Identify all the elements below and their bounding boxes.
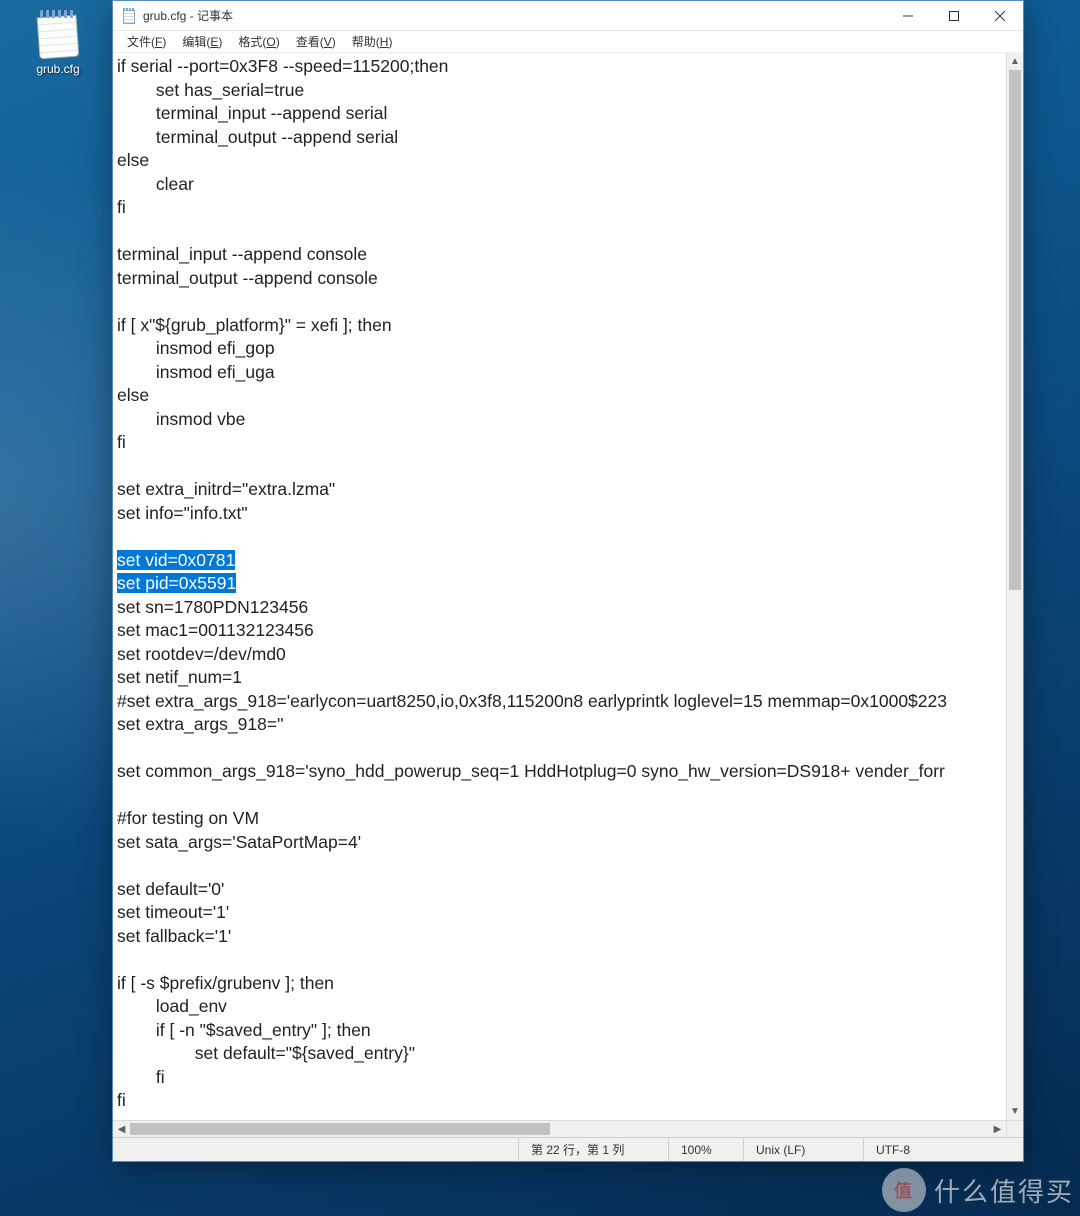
vertical-scroll-thumb[interactable] (1009, 70, 1021, 590)
minimize-button[interactable] (885, 1, 931, 30)
desktop: grub.cfg grub.cfg - 记事本 文件(F) (0, 0, 1080, 1216)
menu-edit[interactable]: 编辑(E) (174, 31, 230, 52)
maximize-button[interactable] (931, 1, 977, 30)
horizontal-scrollbar[interactable]: ◀ ▶ (113, 1120, 1006, 1137)
menu-view[interactable]: 查看(V) (288, 31, 344, 52)
status-encoding: UTF-8 (863, 1138, 1023, 1161)
editor-area: if serial --port=0x3F8 --speed=115200;th… (113, 53, 1023, 1137)
statusbar: 第 22 行，第 1 列 100% Unix (LF) UTF-8 (113, 1137, 1023, 1161)
window-title: grub.cfg - 记事本 (143, 7, 233, 24)
status-spacer (113, 1138, 518, 1161)
scroll-up-button[interactable]: ▲ (1007, 53, 1023, 70)
status-cursor-position: 第 22 行，第 1 列 (518, 1138, 668, 1161)
watermark-badge-icon: 值 (882, 1168, 926, 1212)
status-zoom: 100% (668, 1138, 743, 1161)
close-button[interactable] (977, 1, 1023, 30)
menu-help[interactable]: 帮助(H) (344, 31, 401, 52)
text-before-selection: if serial --port=0x3F8 --speed=115200;th… (117, 56, 448, 523)
scroll-right-button[interactable]: ▶ (989, 1121, 1006, 1137)
desktop-file-icon[interactable]: grub.cfg (20, 10, 96, 76)
menu-file[interactable]: 文件(F) (119, 31, 174, 52)
status-line-ending: Unix (LF) (743, 1138, 863, 1161)
menu-format[interactable]: 格式(O) (230, 31, 287, 52)
scrollbar-corner (1006, 1120, 1023, 1137)
menubar: 文件(F) 编辑(E) 格式(O) 查看(V) 帮助(H) (113, 31, 1023, 53)
watermark-text: 什么值得买 (934, 1172, 1074, 1209)
selected-text-line1: set vid=0x0781 (117, 550, 235, 570)
notepad-file-icon (34, 10, 82, 58)
titlebar[interactable]: grub.cfg - 记事本 (113, 1, 1023, 31)
scroll-left-button[interactable]: ◀ (113, 1121, 130, 1137)
horizontal-scroll-thumb[interactable] (130, 1123, 550, 1135)
notepad-window: grub.cfg - 记事本 文件(F) 编辑(E) 格式(O) 查看(V) 帮… (112, 0, 1024, 1162)
notepad-app-icon (121, 8, 137, 24)
vertical-scrollbar[interactable]: ▲ ▼ (1006, 53, 1023, 1120)
watermark: 值 什么值得买 (882, 1168, 1074, 1212)
scroll-down-button[interactable]: ▼ (1007, 1103, 1023, 1120)
close-icon (995, 11, 1005, 21)
selected-text-line2: set pid=0x5591 (117, 573, 236, 593)
desktop-file-label: grub.cfg (20, 62, 96, 76)
text-after-selection: set sn=1780PDN123456 set mac1=0011321234… (117, 597, 947, 1111)
minimize-icon (903, 11, 913, 21)
text-editor[interactable]: if serial --port=0x3F8 --speed=115200;th… (113, 53, 1006, 1120)
maximize-icon (949, 11, 959, 21)
